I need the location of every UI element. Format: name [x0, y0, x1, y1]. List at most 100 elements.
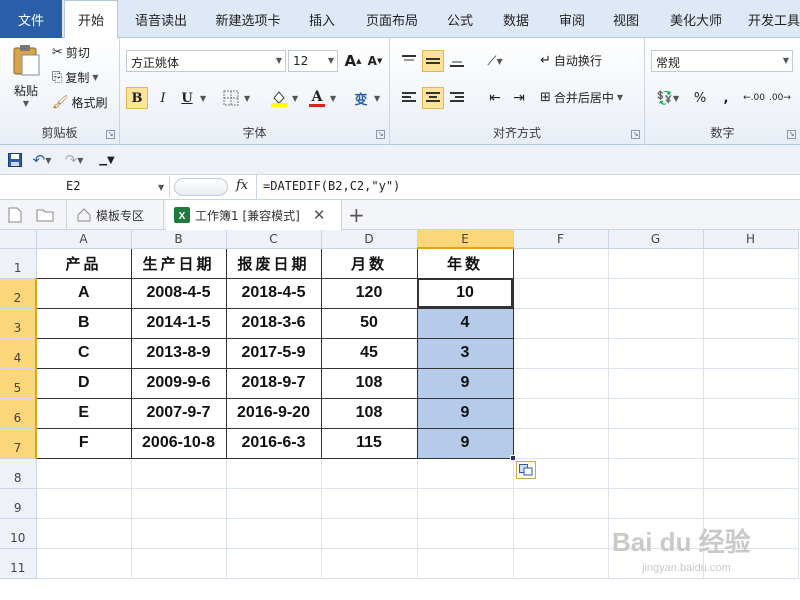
- active-cell[interactable]: 10: [416, 277, 514, 309]
- empty-cell[interactable]: [321, 548, 418, 579]
- empty-cell[interactable]: [321, 518, 418, 549]
- cell[interactable]: 108: [320, 367, 418, 399]
- customize-qat-button[interactable]: ▁▼: [96, 149, 118, 171]
- chevron-down-icon[interactable]: ▼: [374, 94, 380, 103]
- shrink-font-button[interactable]: A ▼: [364, 50, 386, 72]
- cell[interactable]: 50: [320, 307, 418, 339]
- cell[interactable]: 45: [320, 337, 418, 369]
- column-header[interactable]: B: [131, 230, 227, 249]
- cell[interactable]: F: [35, 427, 132, 459]
- empty-cell[interactable]: [608, 368, 704, 399]
- copy-button[interactable]: ⎘ 复制 ▼: [52, 69, 99, 86]
- currency-button[interactable]: 💱 ▼: [653, 87, 683, 109]
- column-header[interactable]: A: [36, 230, 132, 249]
- empty-cell[interactable]: [226, 488, 322, 519]
- cell[interactable]: B: [35, 307, 132, 339]
- empty-cell[interactable]: [417, 458, 514, 489]
- grow-font-button[interactable]: A ▲: [342, 50, 364, 72]
- cell[interactable]: 2014-1-5: [130, 307, 227, 339]
- selected-cell[interactable]: 4: [416, 307, 514, 339]
- row-header[interactable]: 8: [0, 458, 37, 489]
- header-cell[interactable]: 报废日期: [225, 247, 322, 279]
- cell[interactable]: 2018-3-6: [225, 307, 322, 339]
- empty-cell[interactable]: [226, 458, 322, 489]
- percent-button[interactable]: %: [689, 87, 711, 109]
- empty-cell[interactable]: [513, 488, 609, 519]
- save-button[interactable]: [4, 149, 26, 171]
- fill-color-button[interactable]: [268, 87, 290, 109]
- underline-button[interactable]: U: [176, 87, 198, 109]
- increase-decimal-button[interactable]: ← .00: [743, 87, 765, 109]
- bold-button[interactable]: B: [126, 87, 148, 109]
- undo-button[interactable]: ↶ ▼: [28, 149, 56, 171]
- header-cell[interactable]: 产品: [35, 247, 132, 279]
- row-header-selected[interactable]: 7: [0, 428, 37, 459]
- empty-cell[interactable]: [36, 518, 132, 549]
- cell[interactable]: 2018-4-5: [225, 277, 322, 309]
- tab-insert[interactable]: 插入: [300, 0, 344, 38]
- number-format-select[interactable]: 常规 ▼: [651, 50, 793, 72]
- selected-cell[interactable]: 9: [416, 397, 514, 429]
- empty-cell[interactable]: [131, 458, 227, 489]
- column-header[interactable]: C: [226, 230, 322, 249]
- comma-button[interactable]: ,: [715, 87, 737, 109]
- cell[interactable]: 120: [320, 277, 418, 309]
- empty-cell[interactable]: [703, 458, 799, 489]
- borders-button[interactable]: [220, 87, 242, 109]
- empty-cell[interactable]: [608, 278, 704, 309]
- align-right-button[interactable]: [446, 87, 468, 109]
- row-header[interactable]: 1: [0, 248, 37, 279]
- empty-cell[interactable]: [513, 338, 609, 369]
- empty-cell[interactable]: [608, 428, 704, 459]
- chevron-down-icon[interactable]: ▼: [158, 183, 164, 192]
- header-cell[interactable]: 生产日期: [130, 247, 227, 279]
- empty-cell[interactable]: [131, 548, 227, 579]
- row-header-selected[interactable]: 5: [0, 368, 37, 399]
- cell[interactable]: 2008-4-5: [130, 277, 227, 309]
- cell[interactable]: 2016-6-3: [225, 427, 322, 459]
- decrease-decimal-button[interactable]: .00 →: [769, 87, 791, 109]
- empty-cell[interactable]: [608, 458, 704, 489]
- tab-file[interactable]: 文件: [0, 0, 62, 38]
- align-left-button[interactable]: [398, 87, 420, 109]
- empty-cell[interactable]: [608, 248, 704, 279]
- row-header-selected[interactable]: 3: [0, 308, 37, 339]
- empty-cell[interactable]: [321, 458, 418, 489]
- font-color-button[interactable]: A: [306, 87, 328, 109]
- tab-formulas[interactable]: 公式: [438, 0, 482, 38]
- format-painter-button[interactable]: 🖌 格式刷: [52, 94, 108, 111]
- tab-speech[interactable]: 语音读出: [126, 0, 196, 38]
- empty-cell[interactable]: [513, 368, 609, 399]
- empty-cell[interactable]: [131, 488, 227, 519]
- selected-cell[interactable]: 9: [416, 367, 514, 399]
- wrap-text-button[interactable]: ↵ 自动换行: [540, 52, 602, 69]
- column-header[interactable]: G: [608, 230, 704, 249]
- tab-view[interactable]: 视图: [604, 0, 648, 38]
- close-icon[interactable]: ✕: [313, 206, 326, 224]
- chevron-down-icon[interactable]: ▼: [292, 94, 298, 103]
- italic-button[interactable]: I: [152, 87, 174, 109]
- cell[interactable]: 2013-8-9: [130, 337, 227, 369]
- empty-cell[interactable]: [703, 488, 799, 519]
- font-launcher-icon[interactable]: ↘: [376, 130, 385, 139]
- empty-cell[interactable]: [513, 278, 609, 309]
- new-tab-button[interactable]: +: [348, 200, 365, 230]
- empty-cell[interactable]: [513, 428, 609, 459]
- cell[interactable]: 108: [320, 397, 418, 429]
- empty-cell[interactable]: [417, 488, 514, 519]
- empty-cell[interactable]: [703, 308, 799, 339]
- empty-cell[interactable]: [36, 548, 132, 579]
- cell[interactable]: 2017-5-9: [225, 337, 322, 369]
- new-document-button[interactable]: [8, 200, 22, 230]
- column-header[interactable]: F: [513, 230, 609, 249]
- empty-cell[interactable]: [417, 518, 514, 549]
- row-header[interactable]: 9: [0, 488, 37, 519]
- empty-cell[interactable]: [608, 398, 704, 429]
- empty-cell[interactable]: [513, 308, 609, 339]
- empty-cell[interactable]: [513, 518, 609, 549]
- cell[interactable]: 2007-9-7: [130, 397, 227, 429]
- tab-data[interactable]: 数据: [494, 0, 538, 38]
- open-folder-button[interactable]: [36, 200, 54, 230]
- empty-cell[interactable]: [703, 278, 799, 309]
- chevron-down-icon[interactable]: ▼: [330, 94, 336, 103]
